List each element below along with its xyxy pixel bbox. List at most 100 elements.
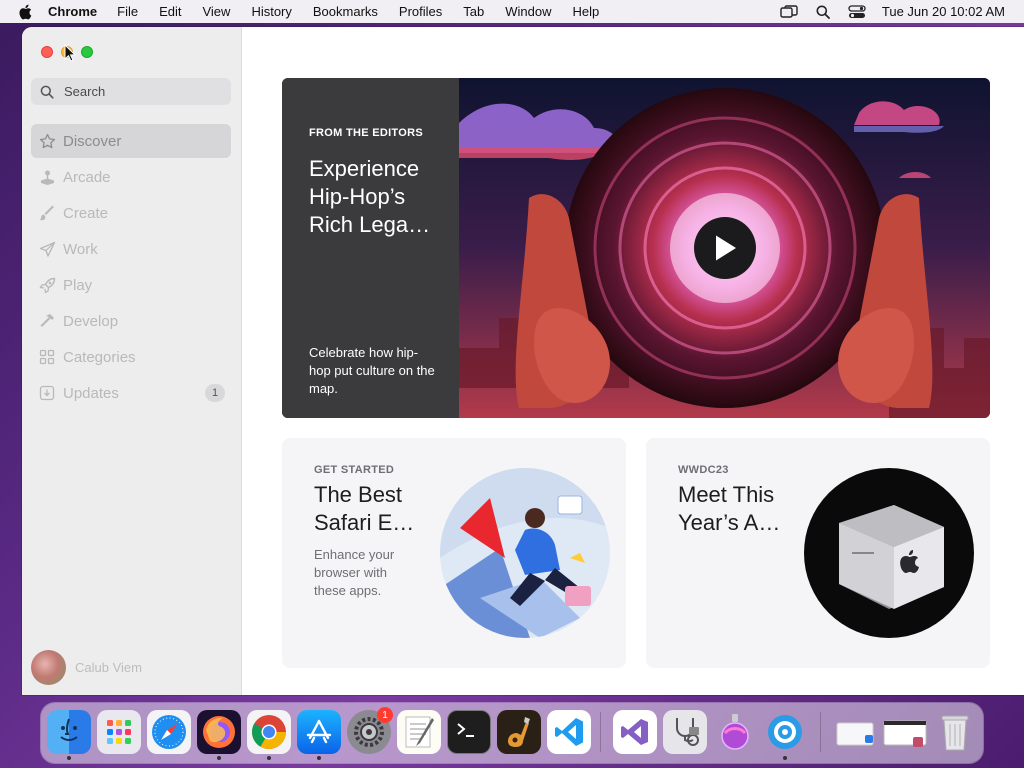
dock-system-settings[interactable]: 1: [347, 707, 393, 754]
rocket-icon: [38, 276, 56, 294]
user-account[interactable]: Calub Viem: [31, 650, 142, 685]
star-icon: [38, 132, 56, 150]
chrome-icon: [252, 715, 286, 749]
dock-trash[interactable]: [933, 710, 977, 754]
app-icon: [721, 714, 749, 750]
dock-downloads-stack[interactable]: [833, 710, 877, 754]
featured-story-artwork: [459, 78, 990, 418]
story-card-artwork: [804, 468, 974, 638]
dock-disk-utility[interactable]: [663, 710, 707, 754]
disk-utility-icon: [676, 718, 699, 746]
dock-finder[interactable]: [47, 710, 91, 760]
story-card-safari-extensions[interactable]: GET STARTED The Best Safari E… Enhance y…: [282, 438, 626, 668]
control-center-icon[interactable]: [848, 4, 866, 20]
dock-proxyman[interactable]: [763, 710, 807, 760]
sidebar-item-play[interactable]: Play: [31, 268, 231, 302]
menu-edit[interactable]: Edit: [159, 4, 181, 19]
updates-count-badge: 1: [205, 384, 225, 402]
story-card-wwdc23[interactable]: WWDC23 Meet This Year’s A…: [646, 438, 990, 668]
proxyman-icon: [768, 715, 802, 749]
textedit-icon: [405, 716, 434, 748]
dock-terminal[interactable]: [447, 710, 491, 754]
menu-file[interactable]: File: [117, 4, 138, 19]
story-card-artwork: [440, 468, 610, 638]
sidebar-item-work[interactable]: Work: [31, 232, 231, 266]
menu-profiles[interactable]: Profiles: [399, 4, 442, 19]
safari-icon: [152, 715, 186, 749]
user-name[interactable]: Calub Viem: [75, 660, 142, 675]
apple-logo-icon[interactable]: [18, 4, 34, 20]
search-input[interactable]: [64, 84, 214, 99]
menu-bar-clock[interactable]: Tue Jun 20 10:02 AM: [882, 4, 1005, 19]
dock-window-stack[interactable]: [883, 710, 927, 754]
sidebar-item-create[interactable]: Create: [31, 196, 231, 230]
sidebar-item-updates[interactable]: Updates 1: [31, 376, 231, 410]
mouse-cursor-icon: [64, 44, 76, 62]
sidebar-item-label: Discover: [63, 132, 122, 150]
menu-window[interactable]: Window: [505, 4, 551, 19]
terminal-icon: [457, 723, 474, 737]
visual-studio-icon: [621, 719, 648, 745]
menu-view[interactable]: View: [202, 4, 230, 19]
sidebar: Discover Arcade Create Work: [22, 27, 242, 695]
brush-icon: [38, 204, 56, 222]
sidebar-item-develop[interactable]: Develop: [31, 304, 231, 338]
finder-icon: [60, 718, 78, 741]
menu-bar: Chrome File Edit View History Bookmarks …: [0, 0, 1024, 23]
dock-visual-studio[interactable]: [613, 710, 657, 754]
sidebar-nav: Discover Arcade Create Work Play Develop…: [31, 124, 231, 412]
dock-separator: [600, 712, 601, 752]
dock-app-store[interactable]: [297, 710, 341, 760]
dock-chrome[interactable]: [247, 710, 291, 760]
dock-firefox[interactable]: [197, 710, 241, 760]
close-window-button[interactable]: [41, 46, 53, 58]
dock-vscode[interactable]: [547, 710, 591, 754]
notification-badge: 1: [377, 707, 393, 723]
sidebar-item-label: Create: [63, 204, 109, 222]
play-video-button[interactable]: [694, 217, 756, 279]
menu-bookmarks[interactable]: Bookmarks: [313, 4, 378, 19]
story-card-title: Meet This Year’s A…: [678, 482, 781, 535]
featured-story-card[interactable]: FROM THE EDITORS Experience Hip-Hop’s Ri…: [282, 78, 990, 418]
featured-story-description: Celebrate how hip-hop put culture on the…: [309, 345, 435, 396]
sidebar-item-label: Categories: [63, 348, 136, 366]
running-indicator: [317, 756, 321, 760]
launchpad-icon: [107, 720, 131, 744]
download-icon: [38, 384, 56, 402]
menu-help[interactable]: Help: [573, 4, 600, 19]
featured-story-eyebrow: FROM THE EDITORS: [309, 127, 423, 139]
dock-launchpad[interactable]: [97, 710, 141, 754]
sidebar-item-discover[interactable]: Discover: [31, 124, 231, 158]
menu-app-name[interactable]: Chrome: [48, 4, 97, 19]
screen-mirroring-icon[interactable]: [780, 4, 798, 20]
search-field[interactable]: [31, 78, 231, 105]
dock-safari[interactable]: [147, 710, 191, 754]
menu-history[interactable]: History: [251, 4, 291, 19]
sidebar-item-categories[interactable]: Categories: [31, 340, 231, 374]
story-card-eyebrow: WWDC23: [678, 464, 729, 476]
paper-plane-icon: [38, 240, 56, 258]
zoom-window-button[interactable]: [81, 46, 93, 58]
dock-separator: [820, 712, 821, 752]
dock-app[interactable]: [713, 710, 757, 754]
dock-garageband[interactable]: [497, 710, 541, 754]
dock-textedit[interactable]: [397, 710, 441, 754]
featured-story-title: Experience Hip-Hop’s Rich Lega…: [309, 156, 431, 237]
running-indicator: [783, 756, 787, 760]
spotlight-search-icon[interactable]: [814, 4, 832, 20]
discover-content: FROM THE EDITORS Experience Hip-Hop’s Ri…: [242, 27, 1024, 695]
menu-tab[interactable]: Tab: [463, 4, 484, 19]
sidebar-item-arcade[interactable]: Arcade: [31, 160, 231, 194]
window-stack-icon: [883, 720, 927, 747]
downloads-stack-icon: [836, 722, 874, 746]
story-card-eyebrow: GET STARTED: [314, 464, 395, 476]
play-icon: [716, 235, 736, 261]
story-card-title: The Best Safari E…: [314, 482, 415, 535]
avatar[interactable]: [31, 650, 66, 685]
running-indicator: [267, 756, 271, 760]
sidebar-item-label: Work: [63, 240, 98, 258]
running-indicator: [217, 756, 221, 760]
app-store-window: Discover Arcade Create Work: [22, 27, 1024, 695]
grid-icon: [38, 348, 56, 366]
sidebar-item-label: Play: [63, 276, 93, 294]
